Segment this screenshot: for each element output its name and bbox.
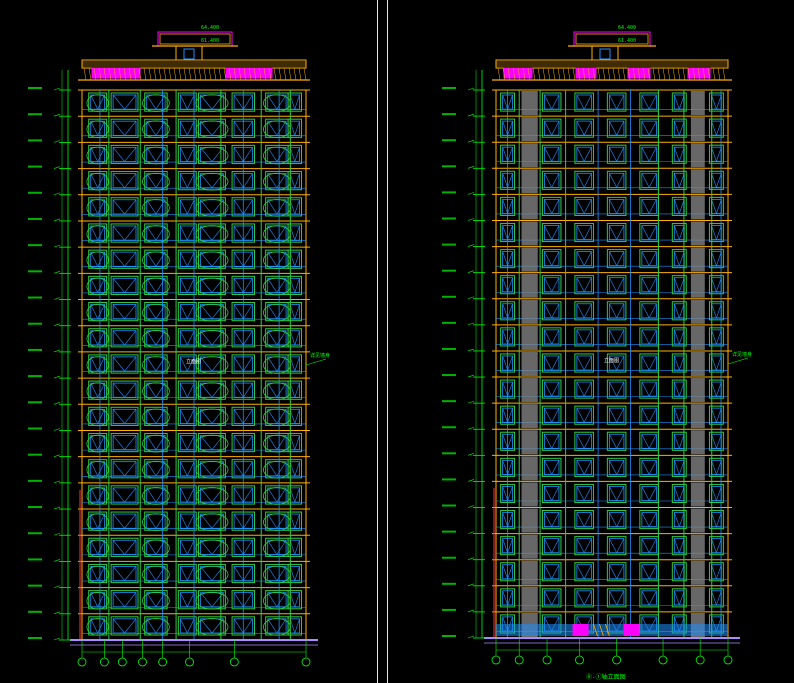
level-marker — [442, 87, 456, 89]
parapet-level-label: 61.400 — [618, 38, 636, 44]
level-marker — [442, 295, 456, 298]
stair-shaft-segment — [521, 325, 538, 350]
level-marker — [28, 139, 42, 142]
level-marker — [28, 87, 42, 89]
level-marker — [28, 479, 42, 482]
level-marker — [28, 558, 42, 561]
level-marker — [442, 347, 456, 350]
level-marker — [442, 582, 456, 585]
stair-shaft-segment — [690, 534, 705, 559]
stair-shaft-segment — [521, 560, 538, 585]
level-marker — [28, 401, 42, 404]
level-marker — [442, 321, 456, 324]
stair-shaft-segment — [690, 351, 705, 377]
entrance-canopy-right — [623, 624, 640, 636]
stair-shaft-segment — [690, 143, 705, 168]
stair-shaft-segment — [690, 195, 705, 220]
stair-shaft-segment — [690, 247, 705, 272]
stair-shaft-segment — [690, 508, 705, 533]
stair-shaft-segment — [521, 534, 538, 559]
stair-shaft-segment — [521, 91, 538, 116]
level-marker — [442, 504, 456, 507]
stair-shaft-segment — [521, 586, 538, 611]
level-marker — [28, 610, 42, 613]
level-marker — [442, 635, 456, 637]
stair-shaft-segment — [690, 430, 705, 455]
stair-shaft-segment — [521, 351, 538, 377]
stair-shaft-segment — [690, 378, 705, 403]
roof-level-label: 64.400 — [618, 25, 636, 31]
stair-shaft-segment — [521, 273, 538, 298]
stair-shaft-segment — [521, 299, 538, 324]
level-marker — [442, 269, 456, 272]
stair-shaft-segment — [521, 247, 538, 272]
stair-shaft-segment — [690, 169, 705, 194]
stair-shaft-segment — [690, 221, 705, 246]
ground-floor-band — [496, 624, 728, 636]
stair-shaft-segment — [690, 482, 705, 507]
level-marker — [28, 584, 42, 587]
center-note: 立面图 — [604, 357, 619, 364]
wall-detail-note: 详见墙身 — [732, 351, 752, 358]
level-marker — [442, 556, 456, 559]
roof-level-label: 64.400 — [201, 25, 219, 31]
level-marker — [442, 530, 456, 533]
level-marker — [442, 113, 456, 116]
level-marker — [28, 244, 42, 247]
level-marker — [28, 453, 42, 456]
level-marker — [28, 296, 42, 299]
stair-shaft-segment — [690, 404, 705, 429]
stair-shaft-segment — [521, 169, 538, 194]
level-marker — [442, 139, 456, 142]
level-marker — [28, 637, 42, 639]
level-marker — [442, 243, 456, 246]
stair-shaft-segment — [521, 430, 538, 455]
wall-detail-note: 详见墙身 — [310, 352, 330, 359]
level-marker — [442, 452, 456, 455]
stair-shaft-segment — [521, 508, 538, 533]
stair-shaft-segment — [690, 456, 705, 481]
stair-shaft-segment — [521, 143, 538, 168]
level-marker — [442, 608, 456, 611]
level-marker — [442, 426, 456, 429]
level-marker — [442, 374, 456, 377]
level-marker — [28, 506, 42, 509]
level-marker — [28, 532, 42, 535]
level-marker — [442, 217, 456, 220]
stair-shaft-segment — [521, 195, 538, 220]
stair-shaft-segment — [690, 91, 705, 116]
level-marker — [28, 322, 42, 325]
stair-shaft-segment — [690, 273, 705, 298]
entrance-canopy-left — [572, 624, 589, 636]
elevation-drawing-canvas: 64.400 61.400 详见墙身立面图 64.400 61.400 详见墙身立面图 ⑧… — [0, 0, 794, 683]
level-marker — [28, 375, 42, 378]
level-marker — [28, 191, 42, 194]
stair-shaft-segment — [690, 117, 705, 142]
stair-shaft-segment — [521, 456, 538, 481]
panel-divider-right — [387, 0, 388, 683]
level-marker — [28, 113, 42, 116]
parapet-level-label: 61.400 — [201, 38, 219, 44]
level-marker — [442, 478, 456, 481]
stair-shaft-segment — [521, 221, 538, 246]
stair-shaft-segment — [521, 117, 538, 142]
stair-shaft-segment — [690, 299, 705, 324]
stair-shaft-segment — [690, 560, 705, 585]
center-note: 立面图 — [186, 358, 201, 365]
level-marker — [28, 427, 42, 430]
stair-shaft-segment — [521, 378, 538, 403]
level-marker — [28, 165, 42, 168]
level-marker — [28, 270, 42, 273]
stair-shaft-segment — [521, 482, 538, 507]
level-marker — [28, 348, 42, 351]
level-marker — [442, 165, 456, 168]
panel-divider-left — [377, 0, 378, 683]
stair-shaft-segment — [690, 586, 705, 611]
level-marker — [442, 400, 456, 403]
level-marker — [28, 217, 42, 220]
stair-shaft-segment — [690, 325, 705, 350]
stair-shaft-segment — [521, 404, 538, 429]
level-marker — [442, 191, 456, 194]
drawing-caption: ⑧-①轴立面图 — [586, 673, 626, 681]
